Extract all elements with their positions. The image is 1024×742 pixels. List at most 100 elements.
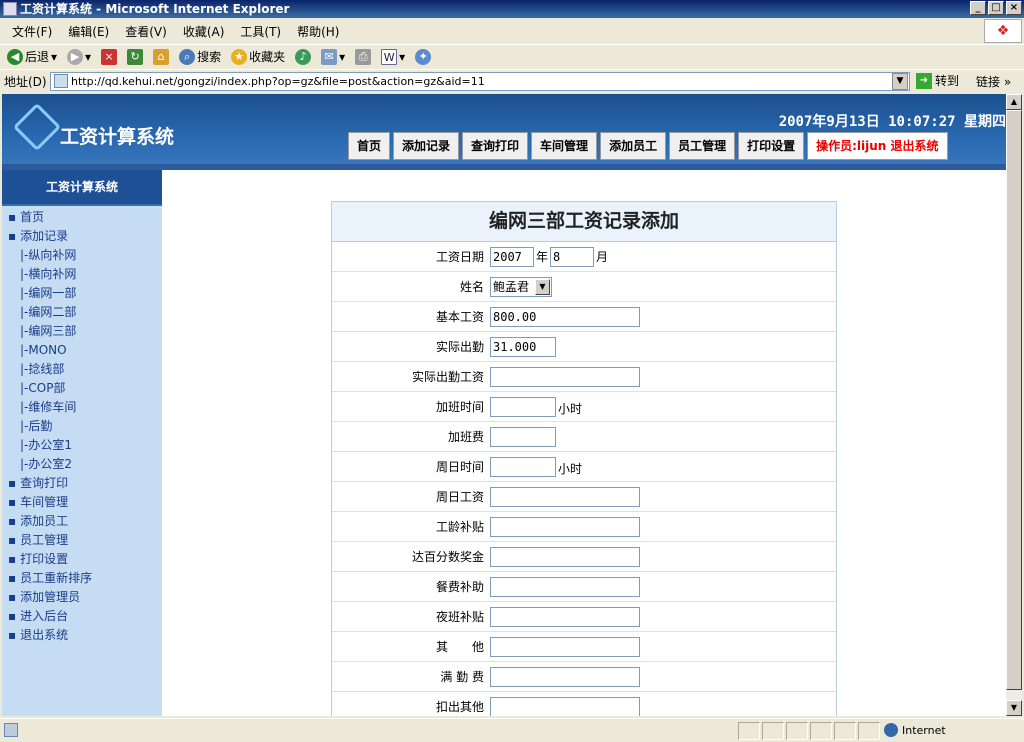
sidebar-item-label: 查询打印 bbox=[20, 476, 69, 490]
sidebar-item[interactable]: ▪ 员工重新排序 bbox=[8, 569, 92, 588]
media-button[interactable]: ♪ bbox=[292, 46, 314, 68]
sidebar-item-label: |-办公室1 bbox=[20, 438, 73, 452]
mail-button[interactable]: ✉ ▾ bbox=[318, 46, 348, 68]
address-input[interactable]: http://qd.kehui.net/gongzi/index.php?op=… bbox=[50, 72, 910, 91]
sidebar-item[interactable]: |-MONO bbox=[8, 341, 92, 360]
sidebar-item[interactable]: |-办公室1 bbox=[8, 436, 92, 455]
go-button[interactable]: ➜ 转到 bbox=[916, 72, 959, 89]
operator-logout[interactable]: 操作员:lijun 退出系统 bbox=[807, 132, 948, 160]
nav-workshop[interactable]: 车间管理 bbox=[531, 132, 598, 160]
field-input[interactable]: 31.000 bbox=[490, 336, 556, 357]
nav-add-record[interactable]: 添加记录 bbox=[393, 132, 460, 160]
year-input[interactable]: 2007 bbox=[490, 246, 534, 267]
month-input[interactable]: 8 bbox=[550, 246, 595, 267]
messenger-icon: ✦ bbox=[415, 48, 432, 65]
forward-button[interactable]: ▶ ▾ bbox=[64, 46, 94, 68]
status-segment bbox=[738, 722, 760, 740]
sidebar-item[interactable]: ▪ 首页 bbox=[8, 208, 92, 227]
links-button[interactable]: 链接 » bbox=[976, 73, 1011, 90]
nav-employee-manage[interactable]: 员工管理 bbox=[669, 132, 736, 160]
print-button[interactable]: ⎙ bbox=[352, 46, 374, 68]
scroll-up-icon[interactable]: ▲ bbox=[1006, 94, 1022, 110]
nav-query-print[interactable]: 查询打印 bbox=[462, 132, 529, 160]
search-button[interactable]: ⌕ 搜索 bbox=[176, 46, 224, 68]
scroll-down-icon[interactable]: ▼ bbox=[1006, 700, 1022, 716]
sidebar-item[interactable]: ▪ 添加记录 bbox=[8, 227, 92, 246]
menu-tools[interactable]: 工具(T) bbox=[232, 23, 289, 40]
field-label: 工龄补贴 bbox=[435, 520, 484, 534]
field-input[interactable] bbox=[490, 636, 640, 657]
field-input[interactable]: 800.00 bbox=[490, 306, 640, 327]
menu-bar: 文件(F) 编辑(E) 查看(V) 收藏(A) 工具(T) 帮助(H) bbox=[0, 19, 1024, 43]
nav-home[interactable]: 首页 bbox=[348, 132, 391, 160]
field-input[interactable] bbox=[490, 546, 640, 567]
sidebar-item[interactable]: ▪ 打印设置 bbox=[8, 550, 92, 569]
bullet-icon: ▪ bbox=[8, 476, 17, 490]
sidebar-item-label: 员工管理 bbox=[20, 533, 69, 547]
sidebar-item[interactable]: ▪ 查询打印 bbox=[8, 474, 92, 493]
status-segment bbox=[762, 722, 784, 740]
nav-add-employee[interactable]: 添加员工 bbox=[600, 132, 667, 160]
sidebar-item[interactable]: |-COP部 bbox=[8, 379, 92, 398]
refresh-icon: ↻ bbox=[127, 48, 144, 65]
messenger-button[interactable]: ✦ bbox=[412, 46, 434, 68]
sidebar-item-label: 车间管理 bbox=[20, 495, 69, 509]
sidebar-item[interactable]: |-横向补网 bbox=[8, 265, 92, 284]
refresh-button[interactable]: ↻ bbox=[124, 46, 146, 68]
favorites-button[interactable]: ★ 收藏夹 bbox=[228, 46, 288, 68]
address-dropdown-icon[interactable]: ▼ bbox=[892, 73, 908, 90]
form-row: 其 他 bbox=[332, 632, 836, 662]
year-unit: 年 bbox=[536, 250, 549, 264]
menu-edit[interactable]: 编辑(E) bbox=[60, 23, 117, 40]
field-label: 满 勤 费 bbox=[440, 670, 484, 684]
form-title: 编网三部工资记录添加 bbox=[332, 202, 836, 242]
sidebar-item[interactable]: ▪ 进入后台 bbox=[8, 607, 92, 626]
sidebar-item-label: |-办公室2 bbox=[20, 457, 73, 471]
field-input[interactable] bbox=[490, 456, 556, 477]
field-input[interactable] bbox=[490, 576, 640, 597]
sidebar-item[interactable]: ▪ 添加员工 bbox=[8, 512, 92, 531]
menu-view[interactable]: 查看(V) bbox=[117, 23, 175, 40]
edit-button[interactable]: W ▾ bbox=[378, 46, 408, 68]
minimize-button[interactable]: _ bbox=[970, 1, 986, 15]
sidebar-item[interactable]: ▪ 退出系统 bbox=[8, 626, 92, 645]
sidebar-item[interactable]: |-办公室2 bbox=[8, 455, 92, 474]
vertical-scrollbar[interactable]: ▲ ▼ bbox=[1006, 94, 1022, 716]
sidebar-item[interactable]: |-后勤 bbox=[8, 417, 92, 436]
sidebar-item[interactable]: |-编网三部 bbox=[8, 322, 92, 341]
menu-favorites[interactable]: 收藏(A) bbox=[175, 23, 233, 40]
field-input[interactable] bbox=[490, 606, 640, 627]
sidebar-item[interactable]: |-编网一部 bbox=[8, 284, 92, 303]
field-label: 扣出其他 bbox=[435, 700, 484, 714]
home-button[interactable]: ⌂ bbox=[150, 46, 172, 68]
maximize-button[interactable]: □ bbox=[988, 1, 1004, 15]
menu-file[interactable]: 文件(F) bbox=[4, 23, 60, 40]
home-icon: ⌂ bbox=[153, 48, 170, 65]
menu-help[interactable]: 帮助(H) bbox=[289, 23, 347, 40]
field-input[interactable] bbox=[490, 426, 556, 447]
globe-icon bbox=[884, 723, 898, 737]
field-input[interactable] bbox=[490, 516, 640, 537]
sidebar-item[interactable]: |-纵向补网 bbox=[8, 246, 92, 265]
field-input[interactable] bbox=[490, 396, 556, 417]
sidebar-item[interactable]: ▪ 员工管理 bbox=[8, 531, 92, 550]
field-label: 周日时间 bbox=[435, 460, 484, 474]
name-select[interactable]: 鲍孟君 ▼ bbox=[490, 276, 552, 297]
sidebar-item[interactable]: ▪ 车间管理 bbox=[8, 493, 92, 512]
field-input[interactable] bbox=[490, 666, 640, 687]
field-input[interactable] bbox=[490, 366, 640, 387]
stop-button[interactable]: × bbox=[98, 46, 120, 68]
sidebar-item[interactable]: |-编网二部 bbox=[8, 303, 92, 322]
field-input[interactable] bbox=[490, 696, 640, 716]
sidebar-item[interactable]: ▪ 添加管理员 bbox=[8, 588, 92, 607]
field-label: 实际出勤 bbox=[435, 340, 484, 354]
nav-print-settings[interactable]: 打印设置 bbox=[738, 132, 805, 160]
back-arrow-icon: ◀ bbox=[7, 48, 23, 65]
back-button[interactable]: ◀ 后退 ▾ bbox=[4, 46, 60, 68]
sidebar-item[interactable]: |-捻线部 bbox=[8, 360, 92, 379]
back-label: 后退 bbox=[25, 50, 50, 64]
field-input[interactable] bbox=[490, 486, 640, 507]
scroll-thumb[interactable] bbox=[1006, 110, 1022, 690]
close-button[interactable]: × bbox=[1006, 1, 1022, 15]
sidebar-item[interactable]: |-维修车间 bbox=[8, 398, 92, 417]
